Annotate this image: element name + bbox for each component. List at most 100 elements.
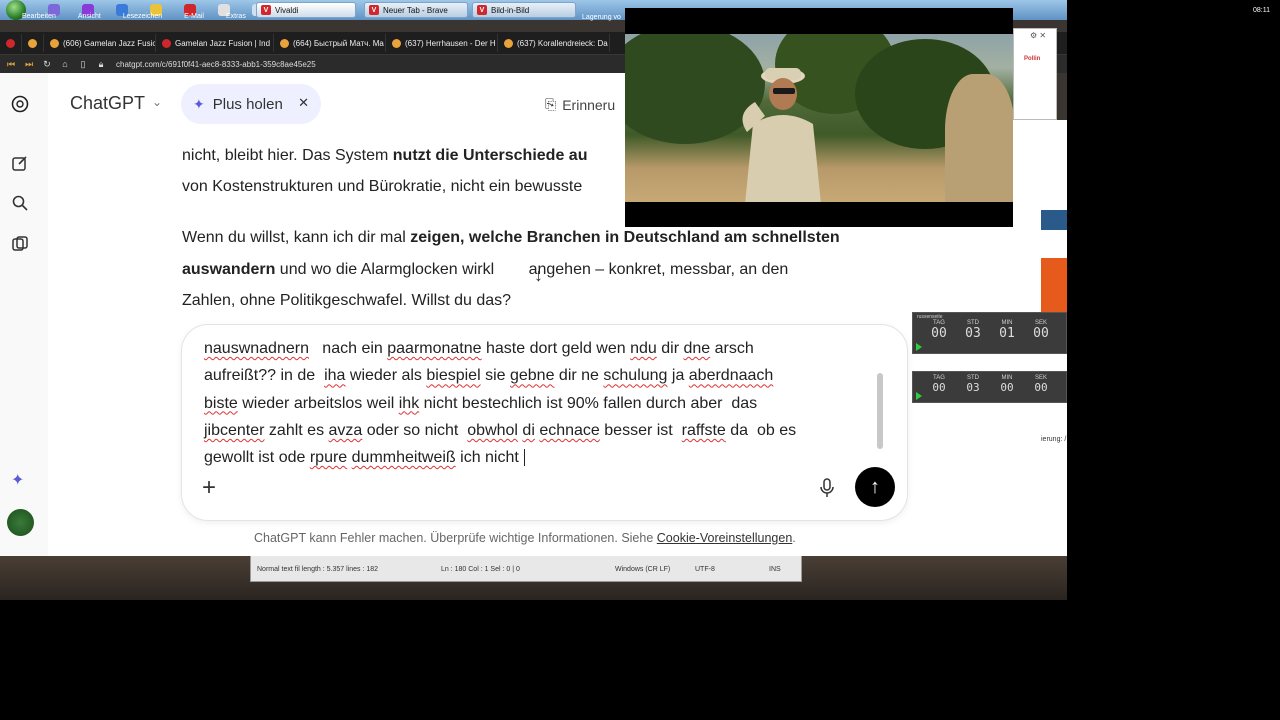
countdown-timer: TAG 00 STD 03 MIN 00 SEK 00 — [912, 371, 1067, 403]
sparkle-icon: ✦ — [193, 95, 205, 112]
chevron-down-icon[interactable]: ⌄ — [152, 95, 162, 109]
video-frame — [625, 34, 1013, 202]
misspelled-word: biste — [204, 394, 238, 412]
message-composer[interactable]: nauswnadnern nach ein paarmonatne haste … — [182, 325, 907, 520]
menu-item[interactable]: E-Mail — [184, 13, 204, 20]
memory-icon: ⎘ — [545, 96, 557, 112]
task-pip[interactable]: V Bild-in-Bild — [472, 2, 576, 18]
composer-text: zahlt es — [264, 421, 329, 439]
reload-icon[interactable]: ↻ — [40, 59, 54, 70]
model-switcher[interactable]: ChatGPT — [70, 93, 145, 114]
tab[interactable]: Gamelan Jazz Fusion | Ind — [156, 34, 274, 52]
assistant-message-line: auswandern und wo die Alarmglocken wirkl… — [182, 261, 789, 278]
youtube-icon — [50, 38, 59, 48]
composer-text: besser ist — [599, 421, 682, 439]
notepad-statusbar: Normal text fil length : 5.357 lines : 1… — [250, 556, 802, 582]
misspelled-word: ihk — [398, 394, 420, 412]
composer-text: haste dort geld wen — [481, 340, 631, 357]
close-icon[interactable]: ✕ — [298, 95, 309, 111]
window-controls[interactable]: ⚙ ✕ — [1030, 31, 1046, 40]
blue-bar — [1041, 210, 1067, 230]
disclaimer: ChatGPT kann Fehler machen. Überprüfe wi… — [254, 531, 796, 545]
composer-text: wieder arbeitslos weil — [237, 394, 399, 412]
composer-text: dir — [656, 340, 684, 357]
misspelled-word: gebne — [509, 367, 555, 385]
composer-scrollbar[interactable] — [877, 373, 883, 449]
vivaldi-icon: V — [477, 5, 487, 15]
tab-pinned[interactable] — [22, 34, 44, 52]
misspelled-word: dne — [683, 340, 711, 357]
composer-text: oder so nicht — [362, 421, 468, 439]
misspelled-word: paarmonatne — [387, 340, 482, 357]
truncated-label: Lagerung vo — [582, 14, 621, 21]
home-icon[interactable]: ⌂ — [58, 59, 72, 69]
picture-in-picture-video[interactable] — [625, 8, 1013, 227]
brave-icon: V — [369, 5, 379, 15]
lock-icon: 🔒︎ — [98, 58, 104, 69]
composer-text: arsch — [710, 340, 754, 357]
clock[interactable]: 08:11 — [1253, 7, 1270, 14]
composer-text: aufreißt?? in de — [204, 367, 325, 385]
microphone-icon[interactable] — [818, 478, 836, 498]
composer-text: sie — [480, 367, 510, 385]
scroll-down-icon[interactable]: ↓ — [534, 265, 543, 286]
avatar[interactable] — [7, 509, 34, 536]
misspelled-word: echnace — [539, 421, 600, 439]
composer-input[interactable]: nauswnadnern nach ein paarmonatne haste … — [204, 329, 874, 471]
task-brave[interactable]: V Neuer Tab - Brave — [364, 2, 468, 18]
desktop: Bearbeiten Ansicht Lesezeichen E-Mail Extras… — [0, 0, 1280, 720]
openai-logo-icon[interactable] — [10, 94, 30, 114]
tab[interactable]: (637) Herrhausen - Der H — [386, 34, 498, 52]
youtube-icon — [280, 38, 289, 48]
new-chat-icon[interactable] — [10, 153, 30, 173]
composer-text: gewollt ist ode — [204, 449, 310, 467]
misspelled-word: raffste — [681, 421, 726, 439]
text-cursor: ​ — [524, 449, 526, 467]
composer-text: wieder als — [345, 367, 427, 385]
composer-line: gewollt ist ode rpure dummheitweiß ich n… — [204, 444, 874, 471]
vivaldi-menu-icon[interactable] — [0, 34, 22, 52]
misspelled-word: iha — [324, 367, 346, 385]
play-icon[interactable] — [916, 392, 922, 400]
menu-item[interactable]: Extras — [226, 13, 246, 20]
fastforward-icon[interactable]: ⏭ — [22, 59, 36, 70]
misspelled-word: dummheitweiß — [351, 449, 456, 467]
countdown-timer: russenseite TAG 00 STD 03 MIN 01 SEK 00 — [912, 312, 1067, 354]
youtube-icon — [504, 38, 513, 48]
composer-line: aufreißt?? in de iha wieder als biespiel… — [204, 362, 874, 389]
site-icon — [162, 38, 171, 48]
menu-item[interactable]: Lesezeichen — [123, 13, 162, 20]
misspelled-word: nauswnadnern — [204, 340, 309, 357]
search-icon[interactable] — [10, 193, 30, 213]
composer-text: nicht bestechlich ist 90% fallen durch a… — [419, 394, 758, 412]
misspelled-word: obwhol — [467, 421, 518, 439]
play-icon[interactable] — [916, 343, 922, 351]
menu-item[interactable]: Ansicht — [78, 13, 101, 20]
composer-text: ich nicht — [455, 449, 524, 467]
tab[interactable]: (606) Gamelan Jazz Fusion — [44, 34, 156, 52]
add-attachment-icon[interactable]: + — [202, 474, 216, 502]
cookie-settings-link[interactable]: Cookie-Voreinstellungen — [657, 531, 793, 545]
assistant-message-line: Zahlen, ohne Politikgeschwafel. Willst d… — [182, 292, 512, 309]
misspelled-word: aberdnaach — [688, 367, 774, 385]
side-logo: Pollin — [1024, 56, 1041, 62]
send-button[interactable]: ↑ — [855, 467, 895, 507]
tab[interactable]: (637) Korallendreieck: Da — [498, 34, 610, 52]
misspelled-word: ndu — [630, 340, 657, 357]
tab[interactable]: (664) Быстрый Матч. Ma — [274, 34, 386, 52]
url-field[interactable]: chatgpt.com/c/691f0f41-aec8-8333-abb1-35… — [116, 60, 316, 69]
misspelled-word: di — [522, 421, 535, 439]
memory-button[interactable]: ⎘ Erinneru — [545, 96, 615, 113]
bookmark-icon[interactable]: ▯ — [76, 59, 90, 70]
upgrade-plus-button[interactable]: ✦ Plus holen ✕ — [181, 84, 321, 124]
composer-text: nach ein — [308, 340, 388, 357]
fragment-text: ierung: / — [1041, 436, 1067, 443]
task-vivaldi[interactable]: V Vivaldi — [256, 2, 356, 18]
misspelled-word: rpure — [309, 449, 348, 467]
composer-line: nauswnadnern nach ein paarmonatne haste … — [204, 335, 874, 362]
person-figure — [945, 74, 1013, 202]
rewind-icon[interactable]: ⏮ — [4, 59, 18, 70]
menu-item[interactable]: Bearbeiten — [22, 13, 56, 20]
sparkle-icon[interactable]: ✦ — [11, 470, 24, 490]
library-icon[interactable] — [10, 234, 30, 254]
